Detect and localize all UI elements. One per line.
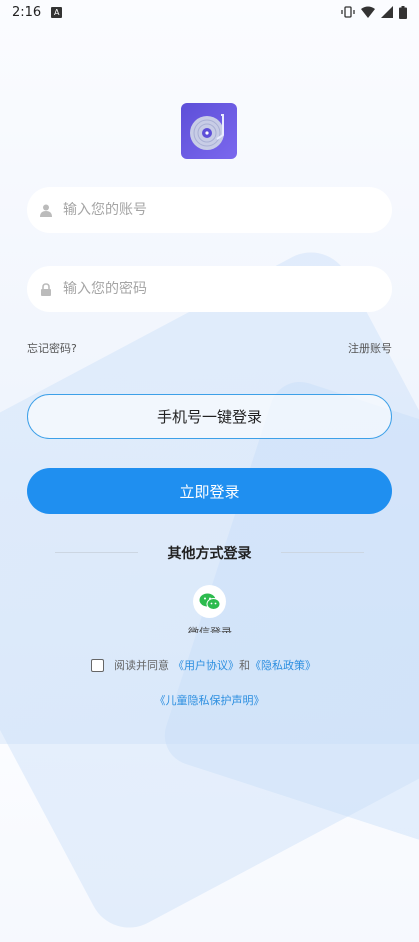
user-icon [39, 203, 53, 217]
wechat-icon [199, 593, 220, 610]
wechat-login-button[interactable] [193, 585, 226, 618]
account-field[interactable] [27, 187, 392, 233]
forgot-password-link[interactable]: 忘记密码? [27, 340, 77, 356]
lock-icon [39, 282, 53, 296]
signal-icon [381, 6, 393, 18]
agreement-and: 和 [239, 659, 250, 672]
battery-icon [399, 5, 407, 19]
password-input[interactable] [63, 281, 363, 297]
status-time: 2:16 [12, 4, 42, 20]
vinyl-record-icon [190, 114, 224, 150]
vibrate-icon [341, 6, 355, 18]
status-bar: 2:16 A [0, 0, 419, 24]
agreement-row: 阅读并同意 《用户协议》 和 《隐私政策》 [91, 657, 316, 673]
agreement-prefix: 阅读并同意 [114, 659, 169, 672]
app-logo [181, 103, 237, 159]
children-privacy-link[interactable]: 《儿童隐私保护声明》 [155, 694, 265, 707]
agreement-checkbox[interactable] [91, 658, 104, 672]
children-privacy-row: 《儿童隐私保护声明》 [0, 692, 419, 708]
password-field[interactable] [27, 266, 392, 312]
login-button[interactable]: 立即登录 [27, 468, 392, 514]
register-link[interactable]: 注册账号 [348, 340, 392, 356]
phone-login-button[interactable]: 手机号一键登录 [27, 394, 392, 439]
wifi-icon [361, 6, 375, 18]
notification-icon: A [51, 6, 63, 18]
wechat-login-label: 微信登录 [188, 626, 232, 633]
other-login-title: 其他方式登录 [167, 546, 252, 562]
account-input[interactable] [63, 202, 363, 218]
privacy-policy-link[interactable]: 《隐私政策》 [250, 657, 316, 673]
user-agreement-link[interactable]: 《用户协议》 [173, 657, 239, 673]
divider-right [281, 552, 364, 553]
